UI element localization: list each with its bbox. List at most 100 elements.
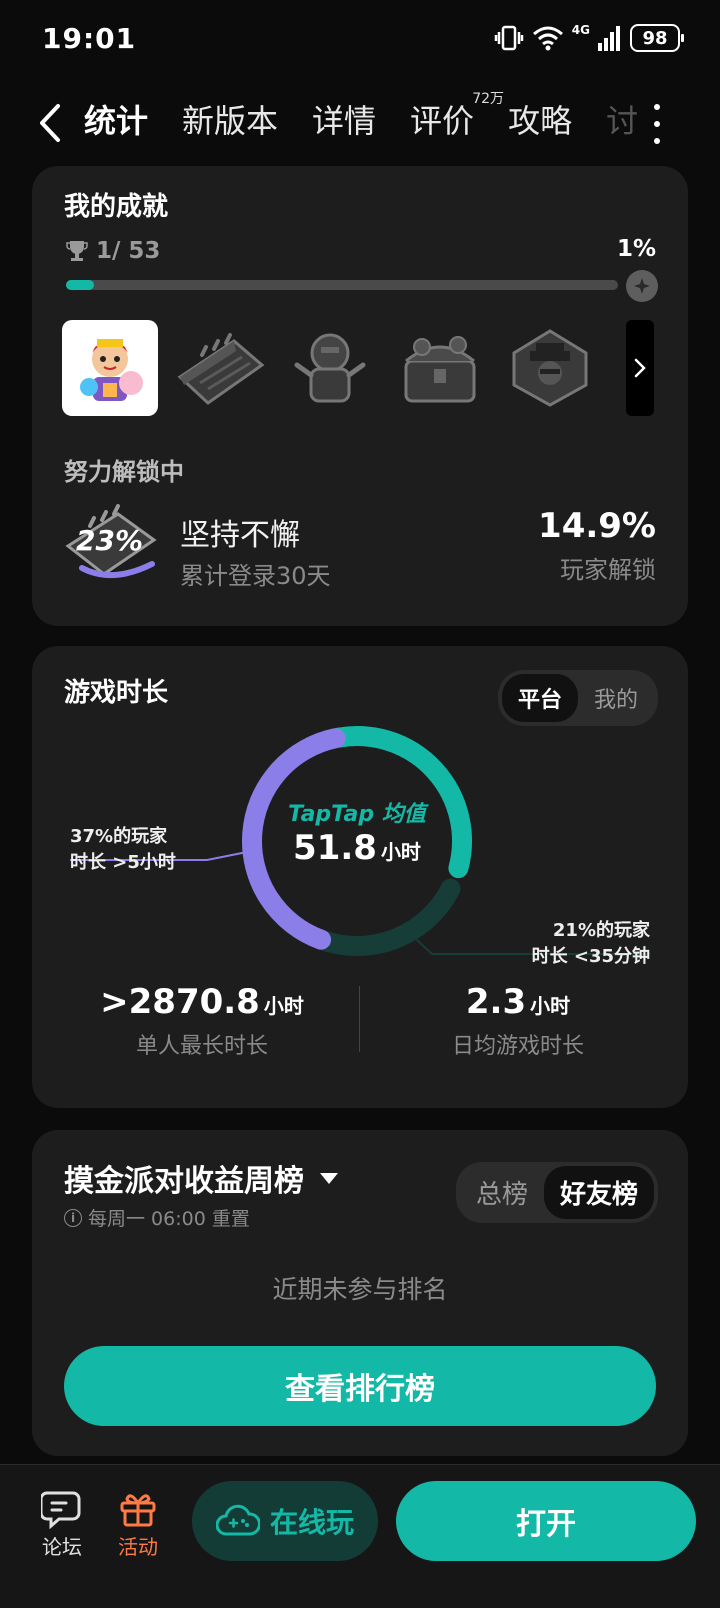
toggle-mine[interactable]: 我的 — [578, 674, 654, 722]
top-nav: 统计 新版本 详情 评价 72万 攻略 讨 — [0, 88, 720, 158]
badge-locked-character[interactable] — [282, 320, 378, 416]
stat-max-value: >2870.8 — [100, 982, 260, 1022]
cloud-play-button[interactable]: 在线玩 — [192, 1481, 378, 1561]
forum-label: 论坛 — [42, 1535, 82, 1559]
cloud-play-label: 在线玩 — [269, 1506, 354, 1539]
annotation-long-players: 37%的玩家 时长 >5小时 — [70, 824, 176, 876]
tab-reviews[interactable]: 评价 72万 — [410, 91, 504, 142]
tab-label: 讨 — [606, 102, 639, 140]
ranking-title: 摸金派对收益周榜 — [64, 1164, 304, 1199]
achievements-card[interactable]: 我的成就 1/ 53 1% 努力解锁中 23% 坚持不懈 累计登录30天 14.… — [32, 166, 688, 626]
badge-locked-calendar[interactable] — [172, 320, 268, 416]
achievement-progress — [66, 280, 618, 290]
ranking-reset-text: 每周一 06:00 重置 — [88, 1208, 250, 1230]
badge-locked-agent[interactable] — [502, 320, 598, 416]
toggle-platform[interactable]: 平台 — [501, 674, 578, 722]
ranking-reset-info: i 每周一 06:00 重置 — [64, 1204, 250, 1231]
annotation-short-line2: 时长 <35分钟 — [531, 946, 650, 967]
unlocking-badge-percent: 23% — [76, 524, 144, 557]
toggle-friends-ranking[interactable]: 好友榜 — [543, 1166, 654, 1219]
unlocking-badge: 23% — [62, 502, 162, 582]
vibrate-icon — [494, 25, 524, 51]
annotation-long-line2: 时长 >5小时 — [70, 852, 176, 873]
unlocking-title: 努力解锁中 — [64, 458, 184, 486]
stat-daily-label: 日均游戏时长 — [451, 1034, 584, 1059]
character-badge-icon — [294, 333, 366, 403]
tab-bar: 统计 新版本 详情 评价 72万 攻略 讨 — [84, 91, 638, 142]
back-arrow-icon[interactable] — [30, 98, 70, 148]
achievement-progress-fill — [66, 280, 94, 290]
donut-center-label: TapTap 均值 — [288, 802, 426, 827]
playtime-toggle: 平台 我的 — [497, 670, 658, 726]
wifi-icon — [532, 26, 563, 51]
status-bar: 19:01 4G 98 — [0, 0, 720, 80]
achievement-percent: 1% — [616, 236, 656, 262]
toggle-all-ranking[interactable]: 总榜 — [460, 1166, 544, 1219]
stat-max-playtime: >2870.8 小时 单人最长时长 — [52, 982, 352, 1060]
playtime-title: 游戏时长 — [64, 678, 169, 708]
tab-stats[interactable]: 统计 — [84, 96, 149, 142]
forum-button[interactable]: 论坛 — [32, 1487, 92, 1560]
agent-badge-icon — [512, 329, 588, 407]
event-button[interactable]: 活动 — [108, 1487, 168, 1560]
tab-label: 统计 — [84, 102, 149, 140]
tab-label: 攻略 — [508, 102, 573, 140]
battery-level: 98 — [642, 27, 668, 49]
unlocking-player-percent-label: 玩家解锁 — [560, 556, 656, 584]
trophy-icon — [66, 241, 88, 261]
badge-locked-treasure[interactable] — [392, 320, 488, 416]
caret-down-icon — [320, 1172, 338, 1184]
tab-label: 评价 — [410, 102, 475, 140]
forum-icon — [41, 1491, 81, 1529]
stat-daily-playtime: 2.3 小时 日均游戏时长 — [368, 982, 668, 1060]
tab-forum-partial[interactable]: 讨 — [606, 96, 638, 142]
average-hours-unit: 小时 — [380, 840, 421, 864]
stat-daily-unit: 小时 — [530, 994, 571, 1018]
more-menu-icon[interactable] — [650, 104, 664, 144]
view-ranking-button[interactable]: 查看排行榜 — [64, 1346, 656, 1426]
tab-new-version[interactable]: 新版本 — [182, 96, 278, 142]
ranking-empty-text: 近期未参与排名 — [272, 1275, 448, 1304]
review-count-badge: 72万 — [472, 91, 505, 107]
stat-daily-value: 2.3 — [465, 982, 527, 1022]
donut-segment-short — [315, 878, 461, 956]
event-label: 活动 — [118, 1535, 158, 1559]
stat-divider — [359, 986, 360, 1052]
info-icon: i — [64, 1208, 82, 1227]
unlocking-name: 坚持不懈 — [180, 518, 300, 553]
calendar-badge-icon — [177, 333, 265, 405]
tab-label: 新版本 — [182, 102, 279, 140]
chevron-right-icon — [634, 358, 646, 378]
ranking-card: 摸金派对收益周榜 i 每周一 06:00 重置 总榜 好友榜 近期未参与排名 查… — [32, 1130, 688, 1456]
signal-icon — [598, 26, 620, 51]
trophy-count: 1/ 53 — [66, 238, 160, 264]
playtime-card: 游戏时长 平台 我的 TapTap 均值 51.8 小时 37%的玩家 时长 >5… — [32, 646, 688, 1108]
progress-end-icon — [626, 270, 658, 302]
annotation-long-line1: 37%的玩家 — [70, 826, 168, 847]
achievement-count: 1/ 53 — [96, 238, 161, 264]
battery-icon: 98 — [630, 24, 684, 52]
unlocking-player-percent: 14.9% — [538, 506, 656, 546]
unlocking-desc: 累计登录30天 — [180, 562, 331, 590]
gamepad-cloud-icon — [215, 1504, 260, 1536]
network-type: 4G — [571, 23, 590, 37]
annotation-short-line1: 21%的玩家 — [552, 920, 650, 941]
ranking-toggle: 总榜 好友榜 — [455, 1162, 658, 1223]
achievements-title: 我的成就 — [64, 192, 169, 222]
badge-list — [62, 320, 598, 416]
stat-max-unit: 小时 — [263, 994, 304, 1018]
bottom-bar: 论坛 活动 在线玩 打开 — [0, 1464, 720, 1608]
status-time: 19:01 — [42, 22, 137, 55]
donut-center-value: 51.8 小时 — [232, 828, 482, 868]
treasure-badge-icon — [404, 336, 476, 403]
gift-icon — [120, 1494, 156, 1527]
open-button[interactable]: 打开 — [396, 1481, 696, 1561]
tab-details[interactable]: 详情 — [312, 96, 376, 142]
ranking-title-dropdown[interactable]: 摸金派对收益周榜 — [64, 1156, 338, 1200]
annotation-short-players: 21%的玩家 时长 <35分钟 — [532, 918, 650, 970]
badge-unlocked[interactable] — [62, 320, 158, 416]
average-hours: 51.8 — [293, 828, 377, 868]
tab-guides[interactable]: 攻略 — [508, 96, 572, 142]
status-icons: 4G 98 — [494, 23, 684, 52]
badge-scroll-next[interactable] — [626, 320, 654, 416]
